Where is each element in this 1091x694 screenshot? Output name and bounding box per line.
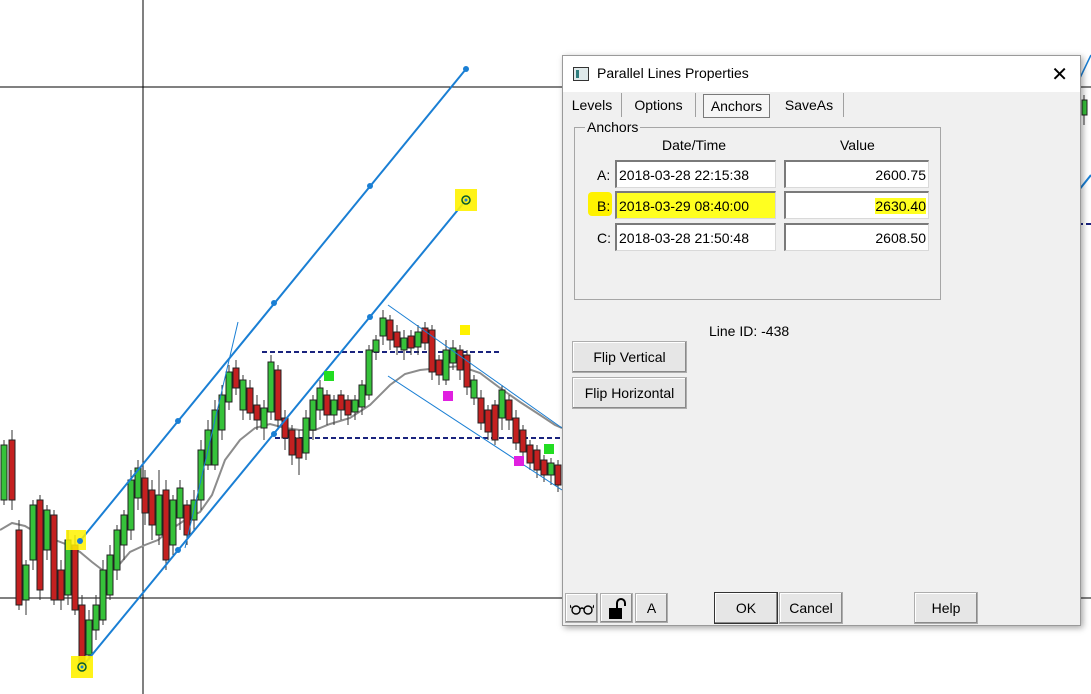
anchor-c-label: C: [597, 230, 611, 246]
flip-horizontal-button[interactable]: Flip Horizontal [572, 377, 687, 409]
marker-yellow [460, 325, 470, 335]
anchor-b-datetime-field[interactable]: 2018-03-29 08:40:00 [615, 191, 776, 219]
anchors-group-label: Anchors [585, 119, 641, 135]
properties-dialog: Parallel Lines Properties ✕ Levels Optio… [562, 55, 1081, 626]
tab-levels[interactable]: Levels [563, 93, 622, 117]
anchors-group: Anchors Date/Time Value A: 2018-03-28 22… [574, 119, 941, 300]
lock-button[interactable] [600, 593, 633, 623]
title-bar[interactable]: Parallel Lines Properties ✕ [563, 56, 1080, 92]
anchor-c-value-field[interactable]: 2608.50 [784, 223, 929, 251]
a-button[interactable]: A [635, 593, 668, 623]
cancel-button[interactable]: Cancel [779, 592, 843, 624]
tab-options[interactable]: Options [622, 93, 696, 117]
anchor-c-datetime-field[interactable]: 2018-03-28 21:50:48 [615, 223, 776, 251]
dialog-title: Parallel Lines Properties [597, 65, 749, 81]
anchor-a-label: A: [597, 167, 611, 183]
column-header-datetime: Date/Time [662, 137, 727, 153]
tab-strip: Levels Options Anchors SaveAs [563, 93, 1080, 119]
marker-magenta [443, 391, 453, 401]
flip-vertical-button[interactable]: Flip Vertical [572, 341, 687, 373]
help-button[interactable]: Help [914, 592, 978, 624]
marker-magenta [514, 456, 524, 466]
anchor-b-value-field[interactable]: 2630.40 [784, 191, 929, 219]
unlock-icon [608, 598, 626, 619]
trend-channel-upper [387, 304, 563, 429]
anchor-b-value-text: 2630.40 [875, 198, 926, 214]
tab-saveas[interactable]: SaveAs [775, 93, 844, 117]
column-header-value: Value [840, 137, 875, 153]
line-id-label: Line ID: -438 [709, 323, 790, 339]
glasses-button[interactable] [565, 593, 598, 623]
close-button[interactable]: ✕ [1051, 62, 1068, 87]
anchor-a-highlight [66, 530, 86, 550]
tab-anchors[interactable]: Anchors [703, 94, 770, 118]
ok-button[interactable]: OK [714, 592, 778, 624]
anchor-a-value-field[interactable]: 2600.75 [784, 160, 929, 188]
anchor-b-label: B: [597, 198, 611, 214]
trend-line-steep [184, 321, 239, 549]
window-icon [573, 67, 589, 81]
anchor-a-datetime-field[interactable]: 2018-03-28 22:15:38 [615, 160, 776, 188]
candlesticks [0, 310, 562, 668]
marker-green [544, 444, 554, 454]
marker-green [324, 371, 334, 381]
glasses-icon [568, 604, 595, 615]
